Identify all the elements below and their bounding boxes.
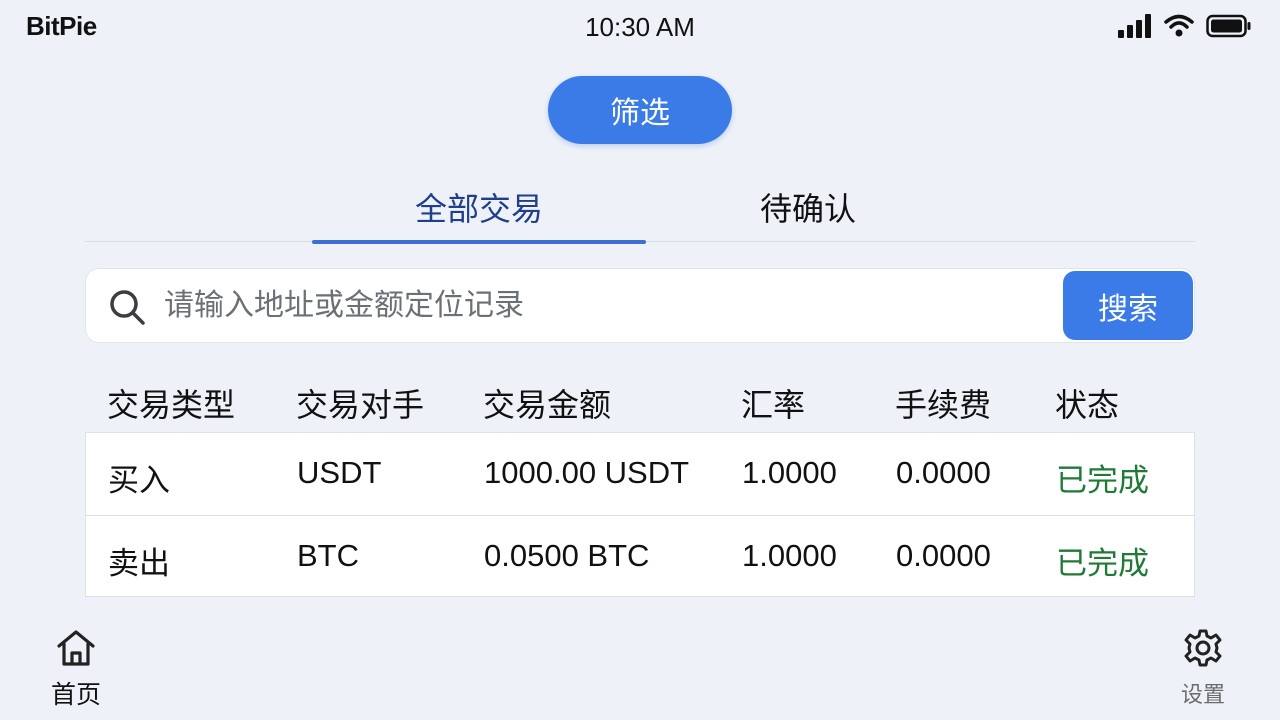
search-button[interactable]: 搜索 [1063, 271, 1193, 340]
status-bar: BitPie 10:30 AM [0, 0, 1280, 56]
signal-icon [1118, 14, 1151, 38]
filter-button[interactable]: 筛选 [548, 76, 732, 144]
nav-home[interactable]: 首页 [46, 628, 106, 709]
search-icon [110, 290, 145, 325]
cell-type: 卖出 [108, 546, 170, 581]
table-row[interactable]: 买入 USDT 1000.00 USDT 1.0000 0.0000 已完成 [86, 433, 1194, 515]
transaction-page: BitPie 10:30 AM 筛选 全部交易 待确认 请输入地址或金额定位记录… [0, 0, 1280, 720]
column-header-fee: 手续费 [895, 387, 992, 423]
cell-status: 已完成 [1056, 463, 1149, 498]
tab-pending-confirmation[interactable]: 待确认 [645, 170, 971, 242]
cell-amount: 1000.00 USDT [484, 455, 690, 490]
gear-icon [1184, 629, 1222, 667]
column-header-counterparty: 交易对手 [296, 387, 425, 423]
table-row[interactable]: 卖出 BTC 0.0500 BTC 1.0000 0.0000 已完成 [86, 515, 1194, 597]
cell-rate: 1.0000 [742, 455, 837, 490]
nav-settings[interactable]: 设置 [1170, 628, 1236, 708]
cell-fee: 0.0000 [896, 538, 991, 573]
cell-fee: 0.0000 [896, 455, 991, 490]
search-input[interactable] [164, 283, 1044, 329]
cell-amount: 0.0500 BTC [484, 538, 650, 573]
table-header: 交易类型 交易对手 交易金额 汇率 手续费 状态 [85, 370, 1195, 432]
status-icons [1118, 14, 1252, 38]
column-header-type: 交易类型 [107, 387, 236, 423]
cell-type: 买入 [108, 463, 170, 498]
cell-status: 已完成 [1056, 546, 1149, 581]
battery-icon [1206, 14, 1251, 38]
column-header-status: 状态 [1055, 387, 1120, 423]
transaction-tabs: 全部交易 待确认 [85, 170, 1195, 244]
transaction-table: 买入 USDT 1000.00 USDT 1.0000 0.0000 已完成 卖… [85, 432, 1195, 597]
search-bar: 搜索 [85, 268, 1195, 343]
cell-rate: 1.0000 [742, 538, 837, 573]
status-time: 10:30 AM [585, 12, 695, 42]
column-header-amount: 交易金额 [483, 387, 612, 423]
cell-counterparty: USDT [297, 455, 382, 490]
column-header-rate: 汇率 [741, 387, 806, 423]
wifi-icon [1164, 14, 1194, 37]
home-icon [57, 630, 95, 666]
tab-all-transactions[interactable]: 全部交易 [312, 170, 646, 244]
nav-settings-label: 设置 [1180, 682, 1225, 707]
nav-home-label: 首页 [50, 681, 101, 709]
cell-counterparty: BTC [297, 538, 359, 573]
